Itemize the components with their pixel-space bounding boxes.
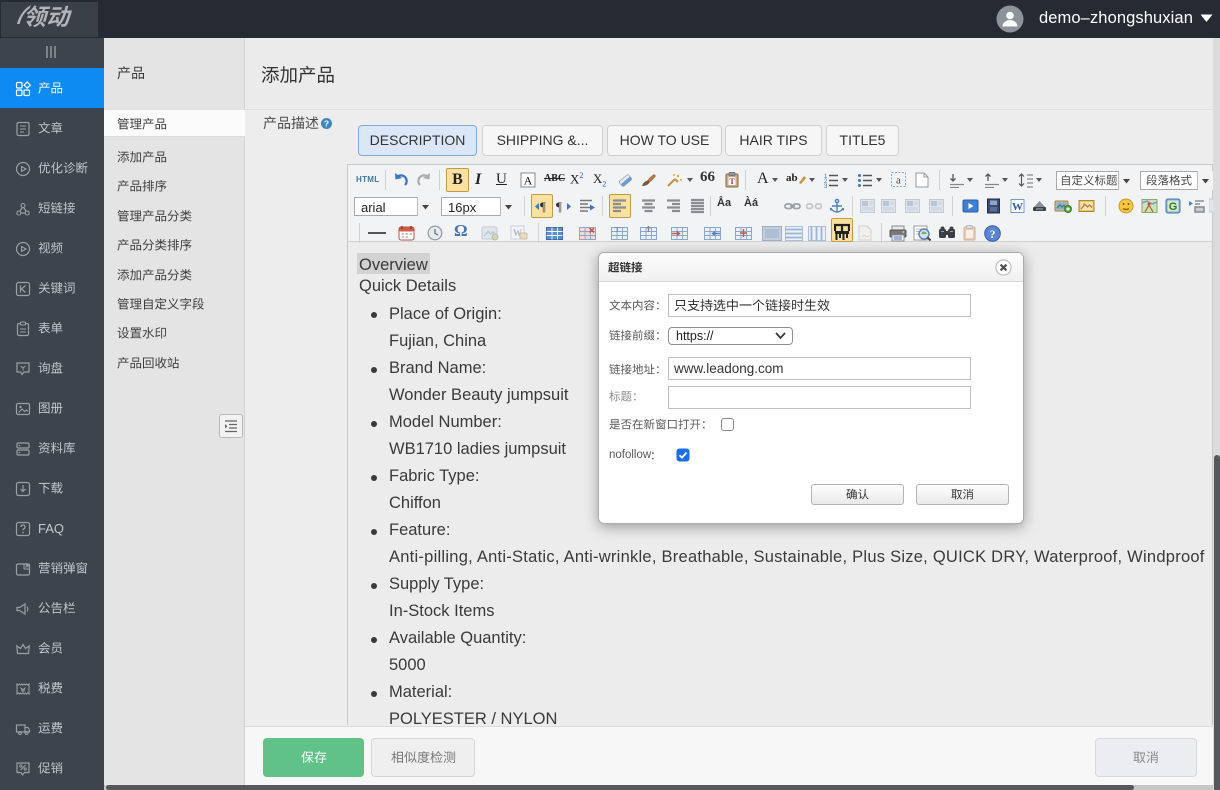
svg-text:G: G	[1169, 201, 1178, 213]
svg-text:3: 3	[824, 184, 828, 188]
svg-text:?: ?	[324, 118, 329, 128]
svg-text:¶: ¶	[556, 199, 562, 214]
svg-text:T: T	[615, 226, 620, 234]
svg-text:W: W	[1012, 201, 1023, 213]
svg-text:?: ?	[990, 227, 996, 241]
svg-text:a: a	[896, 175, 901, 187]
svg-text:T: T	[729, 177, 735, 186]
svg-text:A: A	[524, 174, 533, 188]
svg-text:¶: ¶	[540, 199, 546, 214]
